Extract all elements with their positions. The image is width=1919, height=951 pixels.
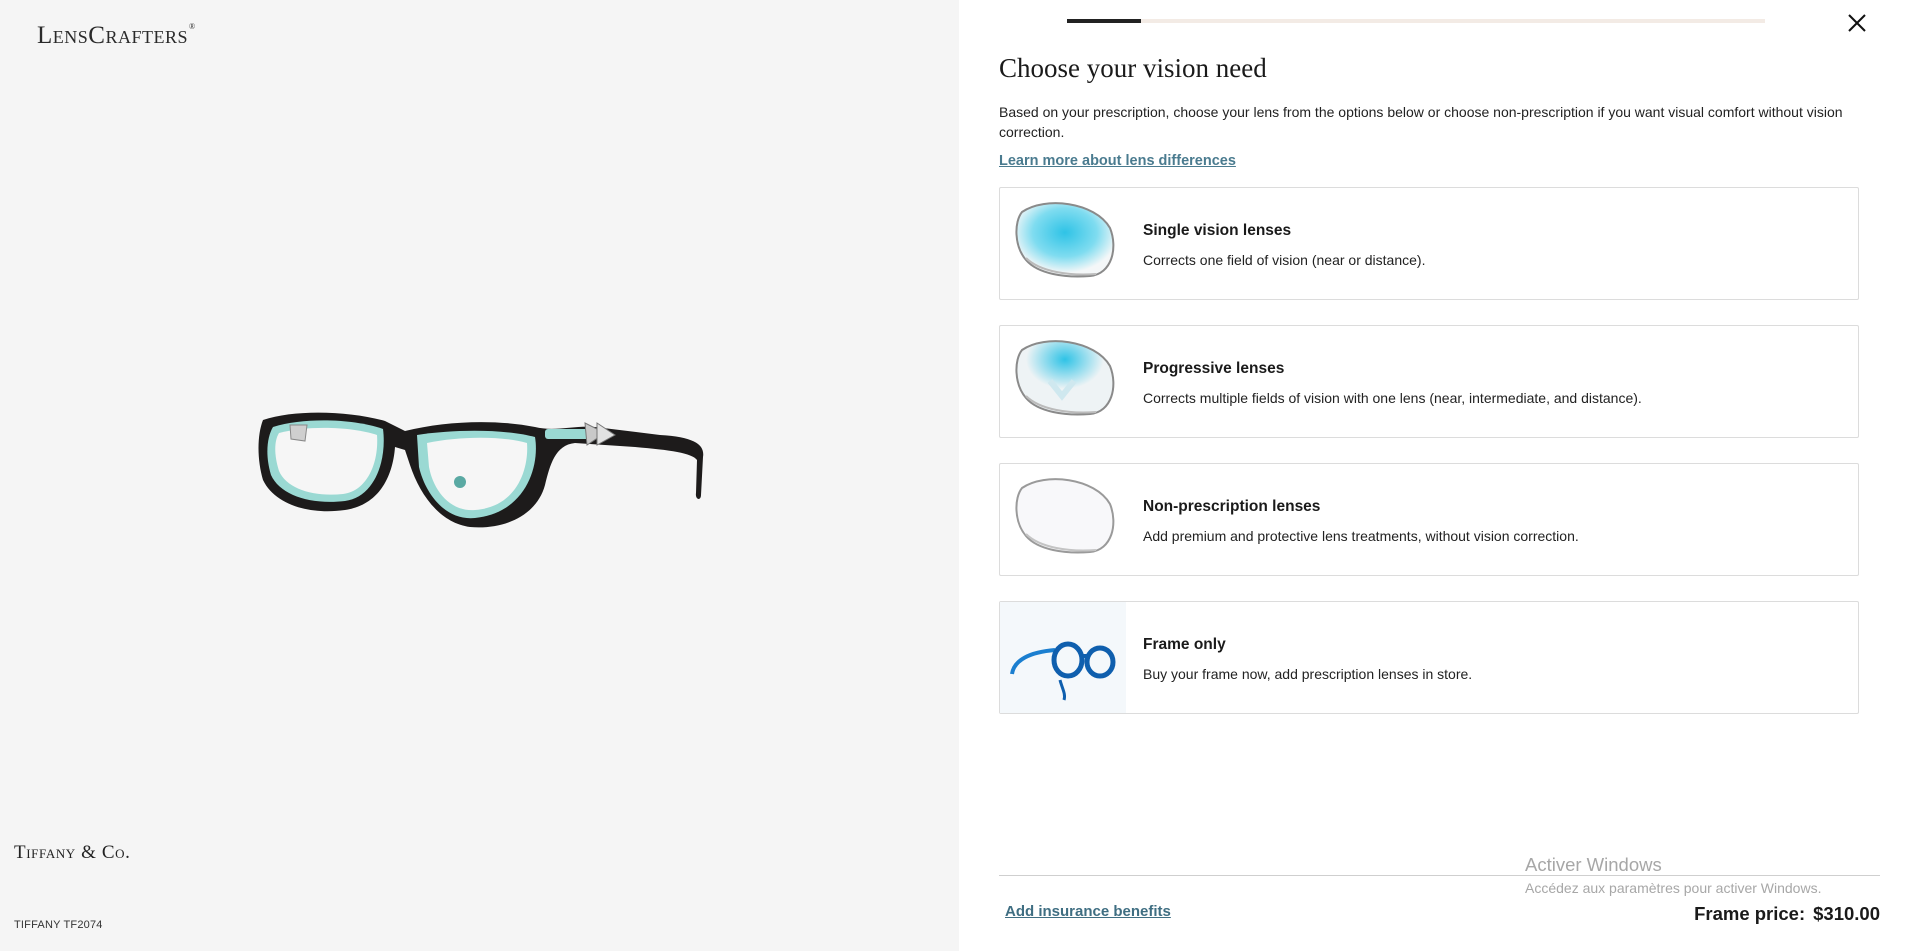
page-title: Choose your vision need [999,53,1267,83]
frame-only-icon [1000,602,1126,713]
option-title: Progressive lenses [1143,360,1285,377]
option-progressive[interactable]: Progressive lenses Corrects multiple fie… [999,325,1859,438]
lens-configurator: Choose your vision need Based on your pr… [959,0,1919,951]
option-description: Buy your frame now, add prescription len… [1143,666,1473,682]
option-frame-only[interactable]: Frame only Buy your frame now, add presc… [999,601,1859,714]
single-vision-lens-icon [1015,202,1115,278]
product-model-name: TIFFANY TF2074 [14,919,103,931]
watermark-subtitle: Accédez aux paramètres pour activer Wind… [1525,880,1822,896]
option-title: Frame only [1143,636,1226,653]
watermark-title: Activer Windows [1525,854,1662,875]
option-single-vision[interactable]: Single vision lenses Corrects one field … [999,187,1859,300]
option-non-prescription[interactable]: Non-prescription lenses Add premium and … [999,463,1859,576]
add-insurance-link[interactable]: Add insurance benefits [1005,903,1171,920]
option-title: Non-prescription lenses [1143,498,1321,515]
intro-text: Based on your prescription, choose your … [999,104,1843,140]
option-description: Corrects multiple fields of vision with … [1143,390,1642,406]
lenscrafters-logo[interactable]: LensCrafters® [37,22,196,50]
progressive-lens-icon [1015,340,1115,416]
close-icon[interactable] [1843,9,1871,37]
eyeglasses-product-image [258,412,704,528]
step-progress-fill [1067,19,1141,23]
non-prescription-lens-icon [1015,478,1115,554]
product-panel: LensCrafters® Tiffany & Co. TIFFANY TF20… [0,0,959,951]
option-description: Add premium and protective lens treatmen… [1143,528,1579,544]
tiffany-brand-logo: Tiffany & Co. [14,842,131,863]
price-value: $310.00 [1813,903,1880,924]
windows-activation-watermark: Activer Windows Accédez aux paramètres p… [1525,854,1821,896]
price-label: Frame price: [1694,903,1806,924]
learn-more-link[interactable]: Learn more about lens differences [999,153,1236,169]
step-progress-bar [1067,19,1765,23]
frame-price: Frame price: $310.00 [1694,903,1880,925]
option-description: Corrects one field of vision (near or di… [1143,252,1426,268]
option-title: Single vision lenses [1143,222,1292,239]
